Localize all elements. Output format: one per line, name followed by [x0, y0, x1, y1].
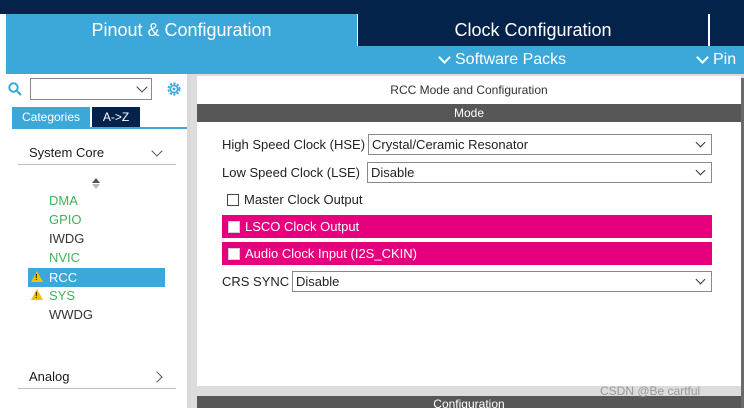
chevron-down-icon	[696, 51, 709, 64]
sidebar-item-dma[interactable]: DMA	[28, 191, 165, 210]
warning-icon	[31, 271, 43, 282]
sub-menu-bar: Software Packs Pin	[6, 46, 744, 74]
sidebar-item-label: IWDG	[49, 231, 85, 246]
sort-ascending-icon[interactable]	[92, 178, 100, 183]
top-strip	[0, 0, 744, 14]
chevron-down-icon	[151, 145, 163, 157]
sidebar-item-iwdg[interactable]: IWDG	[28, 229, 165, 248]
sidebar-item-sys[interactable]: SYS	[28, 286, 165, 305]
sidebar-item-label: SYS	[49, 288, 76, 303]
sidebar-item-nvic[interactable]: NVIC	[28, 248, 165, 267]
group-analog[interactable]: Analog	[18, 365, 176, 389]
master-clock-output-checkbox[interactable]	[227, 193, 239, 206]
warning-icon	[31, 289, 43, 300]
pinout-menu[interactable]: Pin	[696, 51, 737, 69]
tab-a-to-z[interactable]: A->Z	[92, 107, 140, 127]
software-packs-label: Software Packs	[455, 51, 567, 68]
lsco-clock-output-option[interactable]: LSCO Clock Output	[222, 215, 712, 238]
group-analog-label: Analog	[29, 369, 70, 384]
sidebar-item-label: GPIO	[49, 212, 82, 227]
chevron-down-icon	[695, 274, 706, 285]
software-packs-menu[interactable]: Software Packs	[438, 51, 567, 69]
sidebar-item-rcc[interactable]: RCC	[28, 268, 165, 287]
crs-sync-label: CRS SYNC	[222, 274, 290, 289]
search-input[interactable]	[30, 78, 152, 100]
sidebar-item-wwdg[interactable]: WWDG	[28, 305, 165, 324]
lse-select-value: Disable	[371, 165, 415, 180]
audio-clock-input-checkbox[interactable]	[228, 247, 240, 260]
lsco-clock-output-checkbox[interactable]	[228, 220, 240, 233]
tab-overflow	[710, 14, 744, 46]
audio-clock-input-option[interactable]: Audio Clock Input (I2S_CKIN)	[222, 242, 712, 265]
chevron-down-icon	[438, 51, 451, 64]
master-clock-output-label: Master Clock Output	[244, 192, 363, 207]
lse-label: Low Speed Clock (LSE)	[222, 165, 361, 180]
hse-label: High Speed Clock (HSE)	[222, 137, 366, 152]
tab-categories[interactable]: Categories	[12, 107, 90, 127]
crs-sync-select-value: Disable	[296, 274, 340, 289]
category-tabs: Categories A->Z	[12, 107, 187, 127]
chevron-down-icon	[695, 137, 706, 148]
hse-select-value: Crystal/Ceramic Resonator	[372, 137, 529, 152]
sidebar-item-label: DMA	[49, 193, 78, 208]
lsco-clock-output-label: LSCO Clock Output	[245, 219, 360, 234]
group-system-core[interactable]: System Core	[18, 141, 176, 165]
chevron-down-icon	[695, 165, 706, 176]
sidebar-item-gpio[interactable]: GPIO	[28, 210, 165, 229]
sidebar-item-label: RCC	[49, 270, 78, 285]
hse-select[interactable]: Crystal/Ceramic Resonator	[368, 134, 712, 155]
audio-clock-input-label: Audio Clock Input (I2S_CKIN)	[245, 246, 417, 261]
category-tabs-underline	[12, 127, 187, 129]
pinout-menu-label: Pin	[713, 51, 737, 68]
sidebar-item-label: WWDG	[49, 307, 94, 322]
gear-icon[interactable]	[165, 80, 183, 98]
crs-sync-select[interactable]: Disable	[292, 271, 712, 292]
tab-pinout-configuration[interactable]: Pinout & Configuration	[6, 14, 357, 46]
chevron-right-icon	[151, 371, 163, 383]
chevron-down-icon[interactable]	[136, 81, 148, 93]
tab-clock-configuration[interactable]: Clock Configuration	[358, 14, 708, 46]
mode-section-header: Mode	[197, 104, 741, 122]
panel-title: RCC Mode and Configuration	[390, 83, 548, 97]
sidebar-item-label: NVIC	[49, 250, 81, 265]
watermark: CSDN @Be cartful	[600, 384, 701, 398]
sort-descending-icon[interactable]	[92, 184, 100, 189]
lse-select[interactable]: Disable	[367, 162, 712, 183]
group-system-core-label: System Core	[29, 145, 105, 160]
master-clock-output-option[interactable]: Master Clock Output	[227, 192, 363, 207]
search-icon[interactable]	[8, 82, 22, 96]
